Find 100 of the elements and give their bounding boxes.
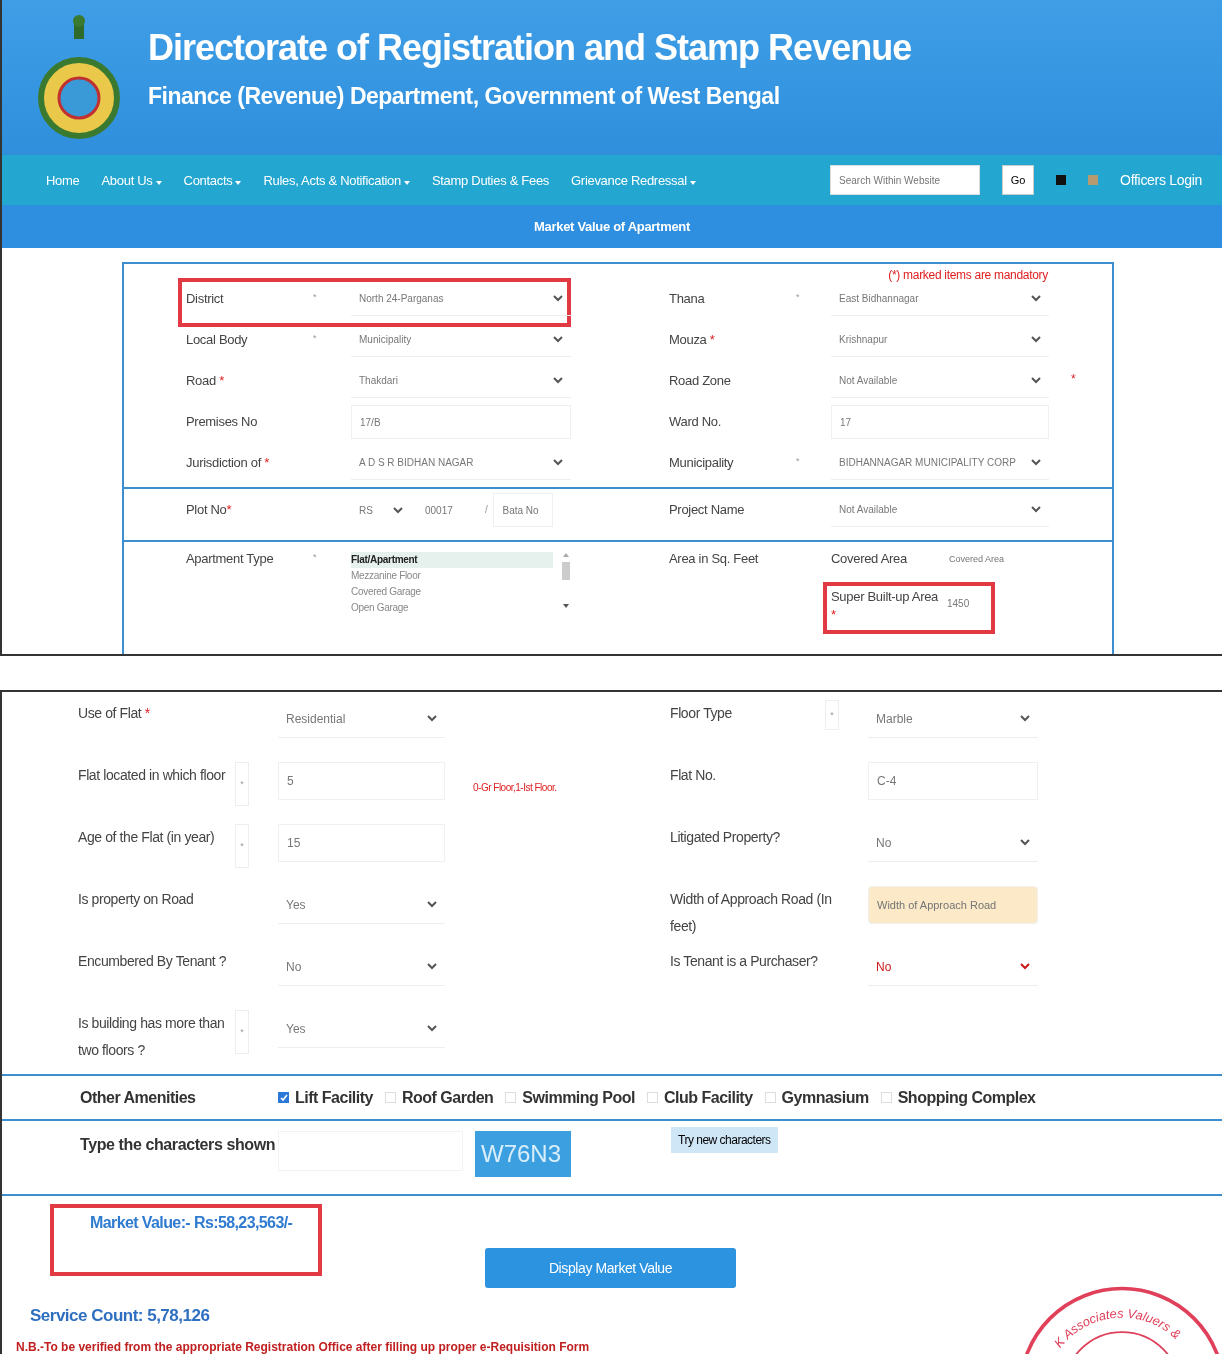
dropdown[interactable]: Yes [278, 1010, 445, 1048]
field-label: Area in Sq. Feet [669, 550, 760, 568]
field-label: Flat located in which floor [78, 766, 227, 785]
dropdown[interactable]: No [868, 824, 1038, 862]
input-field[interactable]: C-4 [868, 762, 1038, 800]
dropdown[interactable]: Marble [868, 700, 1038, 738]
refresh-captcha-button[interactable]: Try new characters [671, 1127, 778, 1154]
chevron-icon [1031, 506, 1041, 513]
field-label: Ward No. [669, 413, 723, 431]
site-subtitle: Finance (Revenue) Department, Government of West Bengal [148, 83, 781, 110]
site-title: Directorate of Registration and Stamp Revenue [148, 27, 912, 69]
nav-link[interactable]: About Us [101, 172, 162, 188]
amenity-checkbox[interactable]: Lift Facility [278, 1088, 373, 1107]
field-label: Age of the Flat (in year) [78, 828, 216, 847]
input-field[interactable]: 17 [831, 405, 1049, 439]
input-field[interactable]: 17/B [351, 405, 571, 439]
field-label: Road Zone [669, 372, 732, 390]
go-button[interactable]: Go [1002, 165, 1035, 195]
chevron-icon [393, 506, 403, 514]
field-label: Flat No. [670, 766, 717, 785]
field-label: Apartment Type [186, 550, 275, 568]
caret-icon [689, 180, 696, 185]
hint-text: 0-Gr Floor,1-Ist Floor. [472, 781, 558, 795]
nav-link[interactable]: Contacts [183, 172, 242, 188]
caret-icon [403, 180, 410, 185]
input-field[interactable]: 15 [278, 824, 445, 862]
required-mark: * [796, 455, 801, 466]
dropdown[interactable]: East Bidhannagar [831, 282, 1049, 316]
service-count: Service Count: 5,78,126 [30, 1306, 210, 1327]
field-label: Plot No* [186, 501, 233, 519]
nav-link[interactable]: Grievance Redressal [571, 172, 696, 188]
field-label: Road * [186, 372, 225, 390]
dropdown[interactable]: A D S R BIDHAN NAGAR [351, 446, 571, 480]
chevron-icon [427, 963, 437, 970]
required-mark: * [796, 291, 801, 302]
mandatory-note: (*) marked items are mandatory [887, 267, 1049, 282]
chevron-icon [1020, 839, 1030, 846]
required-mark: * [1070, 371, 1077, 386]
contrast-icon[interactable] [1056, 175, 1067, 185]
chevron-icon [553, 377, 563, 384]
field-label: District [186, 290, 225, 308]
chevron-icon [553, 336, 563, 343]
amenity-checkbox[interactable]: Roof Garden [384, 1088, 494, 1107]
field-label: Super Built-up Area * [831, 588, 939, 624]
search-field[interactable]: Search Within Website [830, 165, 981, 195]
input-field[interactable]: Bata No [493, 493, 554, 527]
dropdown[interactable]: BIDHANNAGAR MUNICIPALITY CORP [831, 446, 1049, 480]
required-mark: * [313, 332, 318, 343]
amenity-checkbox[interactable]: Shopping Complex [880, 1088, 1036, 1107]
caret-icon [155, 180, 162, 185]
amenity-checkbox[interactable]: Gymnasium [764, 1088, 869, 1107]
amenity-checkbox[interactable]: Swimming Pool [505, 1088, 635, 1107]
list-option[interactable]: Flat/Apartment [351, 552, 553, 568]
field-label: Is property on Road [78, 890, 195, 909]
field-label: Is building has more than two floors ? [78, 1014, 226, 1060]
dropdown[interactable]: Krishnapur [831, 323, 1049, 357]
nav-link[interactable]: Rules, Acts & Notification [263, 172, 410, 188]
amenity-checkbox[interactable]: Club Facility [646, 1088, 753, 1107]
caret-icon [235, 180, 242, 185]
dropdown[interactable]: Municipality [351, 323, 571, 357]
dropdown[interactable]: No [278, 948, 445, 986]
display-market-value-button[interactable]: Display Market Value [485, 1248, 736, 1289]
dropdown[interactable]: Yes [278, 886, 445, 924]
dropdown[interactable]: Residential [278, 700, 445, 738]
login-link[interactable]: Officers Login [1120, 172, 1202, 188]
verification-note: N.B.-To be verified from the appropriate Registration Office after filling up proper e-Requisition Form [16, 1340, 590, 1354]
dropdown[interactable]: Not Available [831, 493, 1049, 527]
separator-text: / [485, 503, 488, 517]
checkbox-icon[interactable] [278, 1092, 289, 1104]
chevron-icon [1031, 377, 1041, 384]
dropdown[interactable]: Thakdari [351, 364, 571, 398]
chevron-icon [1020, 963, 1030, 970]
field-label: Litigated Property? [670, 828, 781, 847]
required-mark: * [313, 551, 318, 564]
list-option[interactable]: Open Garage [351, 600, 553, 616]
dropdown[interactable]: RS [351, 493, 411, 527]
required-mark: * [235, 824, 249, 868]
nav-link[interactable]: Stamp Duties & Fees [431, 172, 550, 188]
field-label: Premises No [186, 413, 259, 431]
market-value-text: Market Value:- Rs:58,23,563/- [90, 1214, 293, 1232]
chevron-icon [427, 901, 437, 908]
field-label: Use of Flat * [78, 704, 151, 723]
field-label: Covered Area [831, 550, 908, 568]
list-option[interactable]: Mezzanine Floor [351, 568, 553, 584]
required-mark: * [235, 1010, 249, 1054]
input-field[interactable]: 5 [278, 762, 445, 800]
list-option[interactable]: Covered Garage [351, 584, 553, 600]
field-label: Thana [669, 290, 706, 308]
dropdown[interactable]: North 24-Parganas [351, 282, 571, 316]
chevron-icon [1031, 336, 1041, 343]
chevron-icon [427, 715, 437, 722]
page-title: Market Value of Apartment [2, 205, 1222, 248]
dropdown[interactable]: Not Available [831, 364, 1049, 398]
field-label: Encumbered By Tenant ? [78, 952, 228, 971]
required-mark: * [825, 700, 839, 730]
dropdown[interactable]: No [868, 948, 1038, 986]
chevron-icon [1031, 459, 1041, 466]
list-box[interactable]: Flat/Apartment Mezzanine Floor Covered Garage Open Garage [351, 542, 571, 626]
nav-link[interactable]: Home [46, 172, 80, 188]
field-label: Floor Type [670, 704, 733, 723]
